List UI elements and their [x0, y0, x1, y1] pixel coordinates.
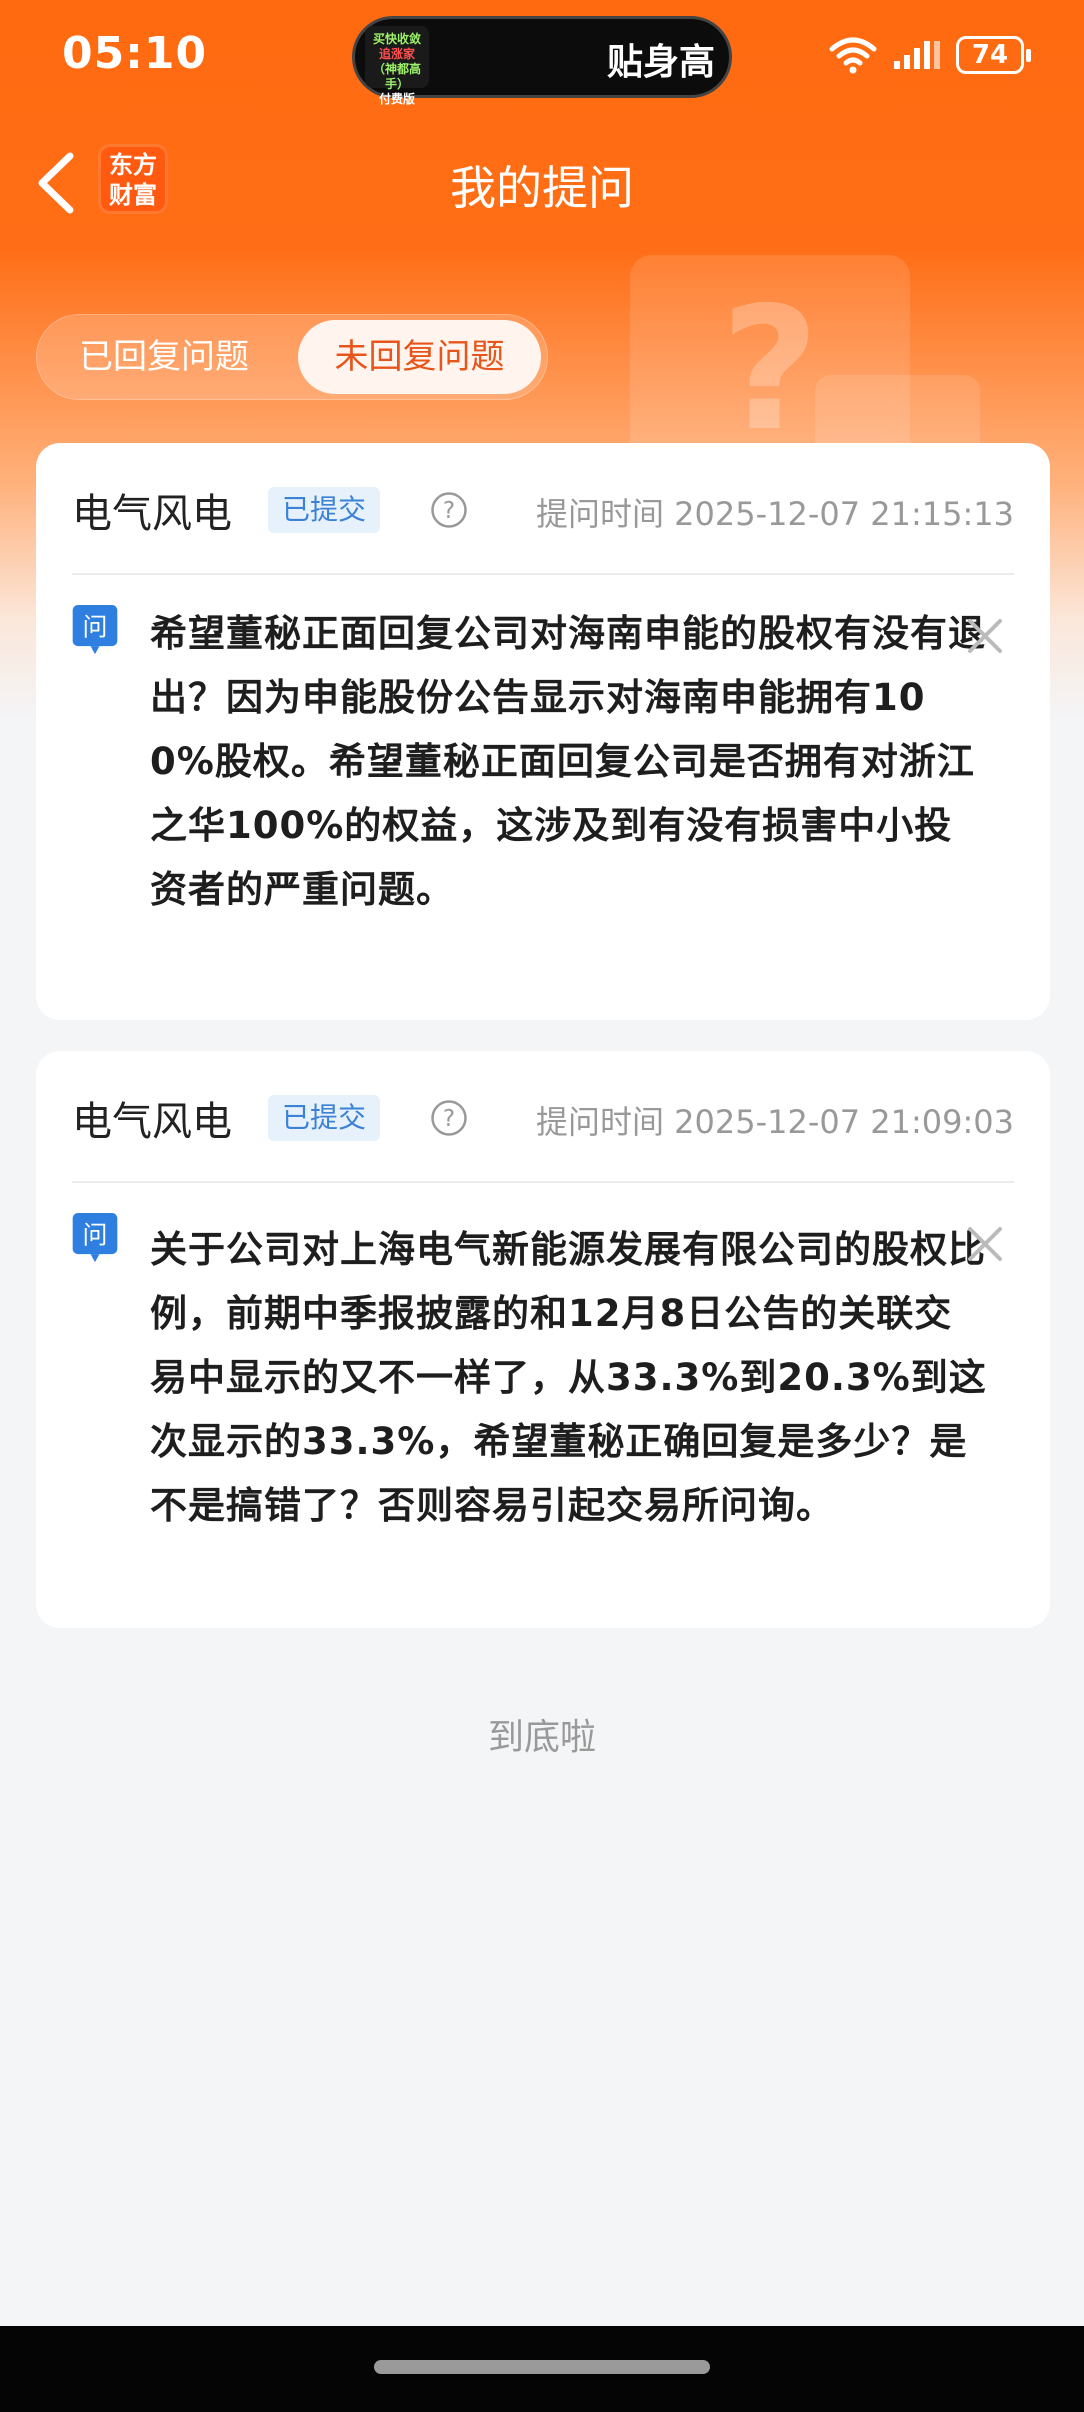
help-icon[interactable]: ?: [430, 491, 468, 529]
island-app-logo: 买快收敛 追涨家 （神都高手） 付费版: [365, 26, 429, 106]
battery-icon: 74: [956, 36, 1031, 74]
home-indicator[interactable]: [374, 2360, 710, 2374]
status-icons: 74: [828, 30, 1031, 80]
stock-name[interactable]: 电气风电: [72, 1089, 232, 1147]
ask-time: 提问时间 2025-12-07 21:15:13: [535, 495, 1014, 533]
svg-text:问: 问: [82, 612, 107, 641]
island-text: 贴身高: [606, 42, 715, 83]
wifi-icon: [829, 37, 877, 74]
status-time: 05:10: [62, 28, 208, 79]
question-card[interactable]: 电气风电 已提交 ? 提问时间 2025-12-07 21:09:03 问 关于…: [36, 1051, 1050, 1628]
island-logo-line: 买快收敛: [372, 32, 421, 46]
dynamic-island[interactable]: 买快收敛 追涨家 （神都高手） 付费版 贴身高: [352, 16, 732, 106]
island-logo-line: （神都高手）: [372, 62, 421, 91]
ask-time: 提问时间 2025-12-07 21:09:03: [535, 1103, 1014, 1141]
close-icon[interactable]: [966, 1225, 1004, 1263]
tab-replied[interactable]: 已回复问题: [40, 314, 288, 400]
nav-bar: 东方 财富 我的提问: [0, 110, 1084, 250]
status-badge: 已提交: [268, 487, 381, 533]
close-icon[interactable]: [966, 617, 1004, 655]
end-of-list-text: 到底啦: [487, 1717, 596, 1758]
card-header: 电气风电 已提交 ? 提问时间 2025-12-07 21:09:03: [72, 1051, 1014, 1183]
tab-switcher: 已回复问题 未回复问题: [36, 314, 548, 400]
card-header: 电气风电 已提交 ? 提问时间 2025-12-07 21:15:13: [72, 443, 1014, 575]
question-label-icon: 问: [72, 605, 118, 655]
tab-unreplied[interactable]: 未回复问题: [298, 320, 541, 394]
system-navigation-bar: [0, 2326, 1084, 2412]
status-badge: 已提交: [268, 1095, 381, 1141]
svg-text:问: 问: [82, 1220, 107, 1249]
question-label-icon: 问: [72, 1213, 118, 1263]
stock-name[interactable]: 电气风电: [72, 481, 232, 539]
help-icon[interactable]: ?: [430, 1099, 468, 1137]
status-bar: 05:10 买快收敛 追涨家 （神都高手） 付费版 贴身高 74: [0, 0, 1084, 110]
signal-icon: [894, 41, 940, 69]
island-logo-line: 追涨家: [378, 47, 415, 61]
island-logo-line: 付费版: [378, 92, 415, 106]
page-title: 我的提问: [450, 161, 634, 215]
question-card[interactable]: 电气风电 已提交 ? 提问时间 2025-12-07 21:15:13 问 希望…: [36, 443, 1050, 1020]
question-text: 关于公司对上海电气新能源发展有限公司的股权比例，前期中季报披露的和12月8日公告…: [150, 1228, 987, 1527]
question-text: 希望董秘正面回复公司对海南申能的股权有没有退出？因为申能股份公告显示对海南申能拥…: [150, 612, 986, 911]
svg-text:?: ?: [443, 1106, 455, 1132]
svg-text:?: ?: [443, 498, 455, 524]
